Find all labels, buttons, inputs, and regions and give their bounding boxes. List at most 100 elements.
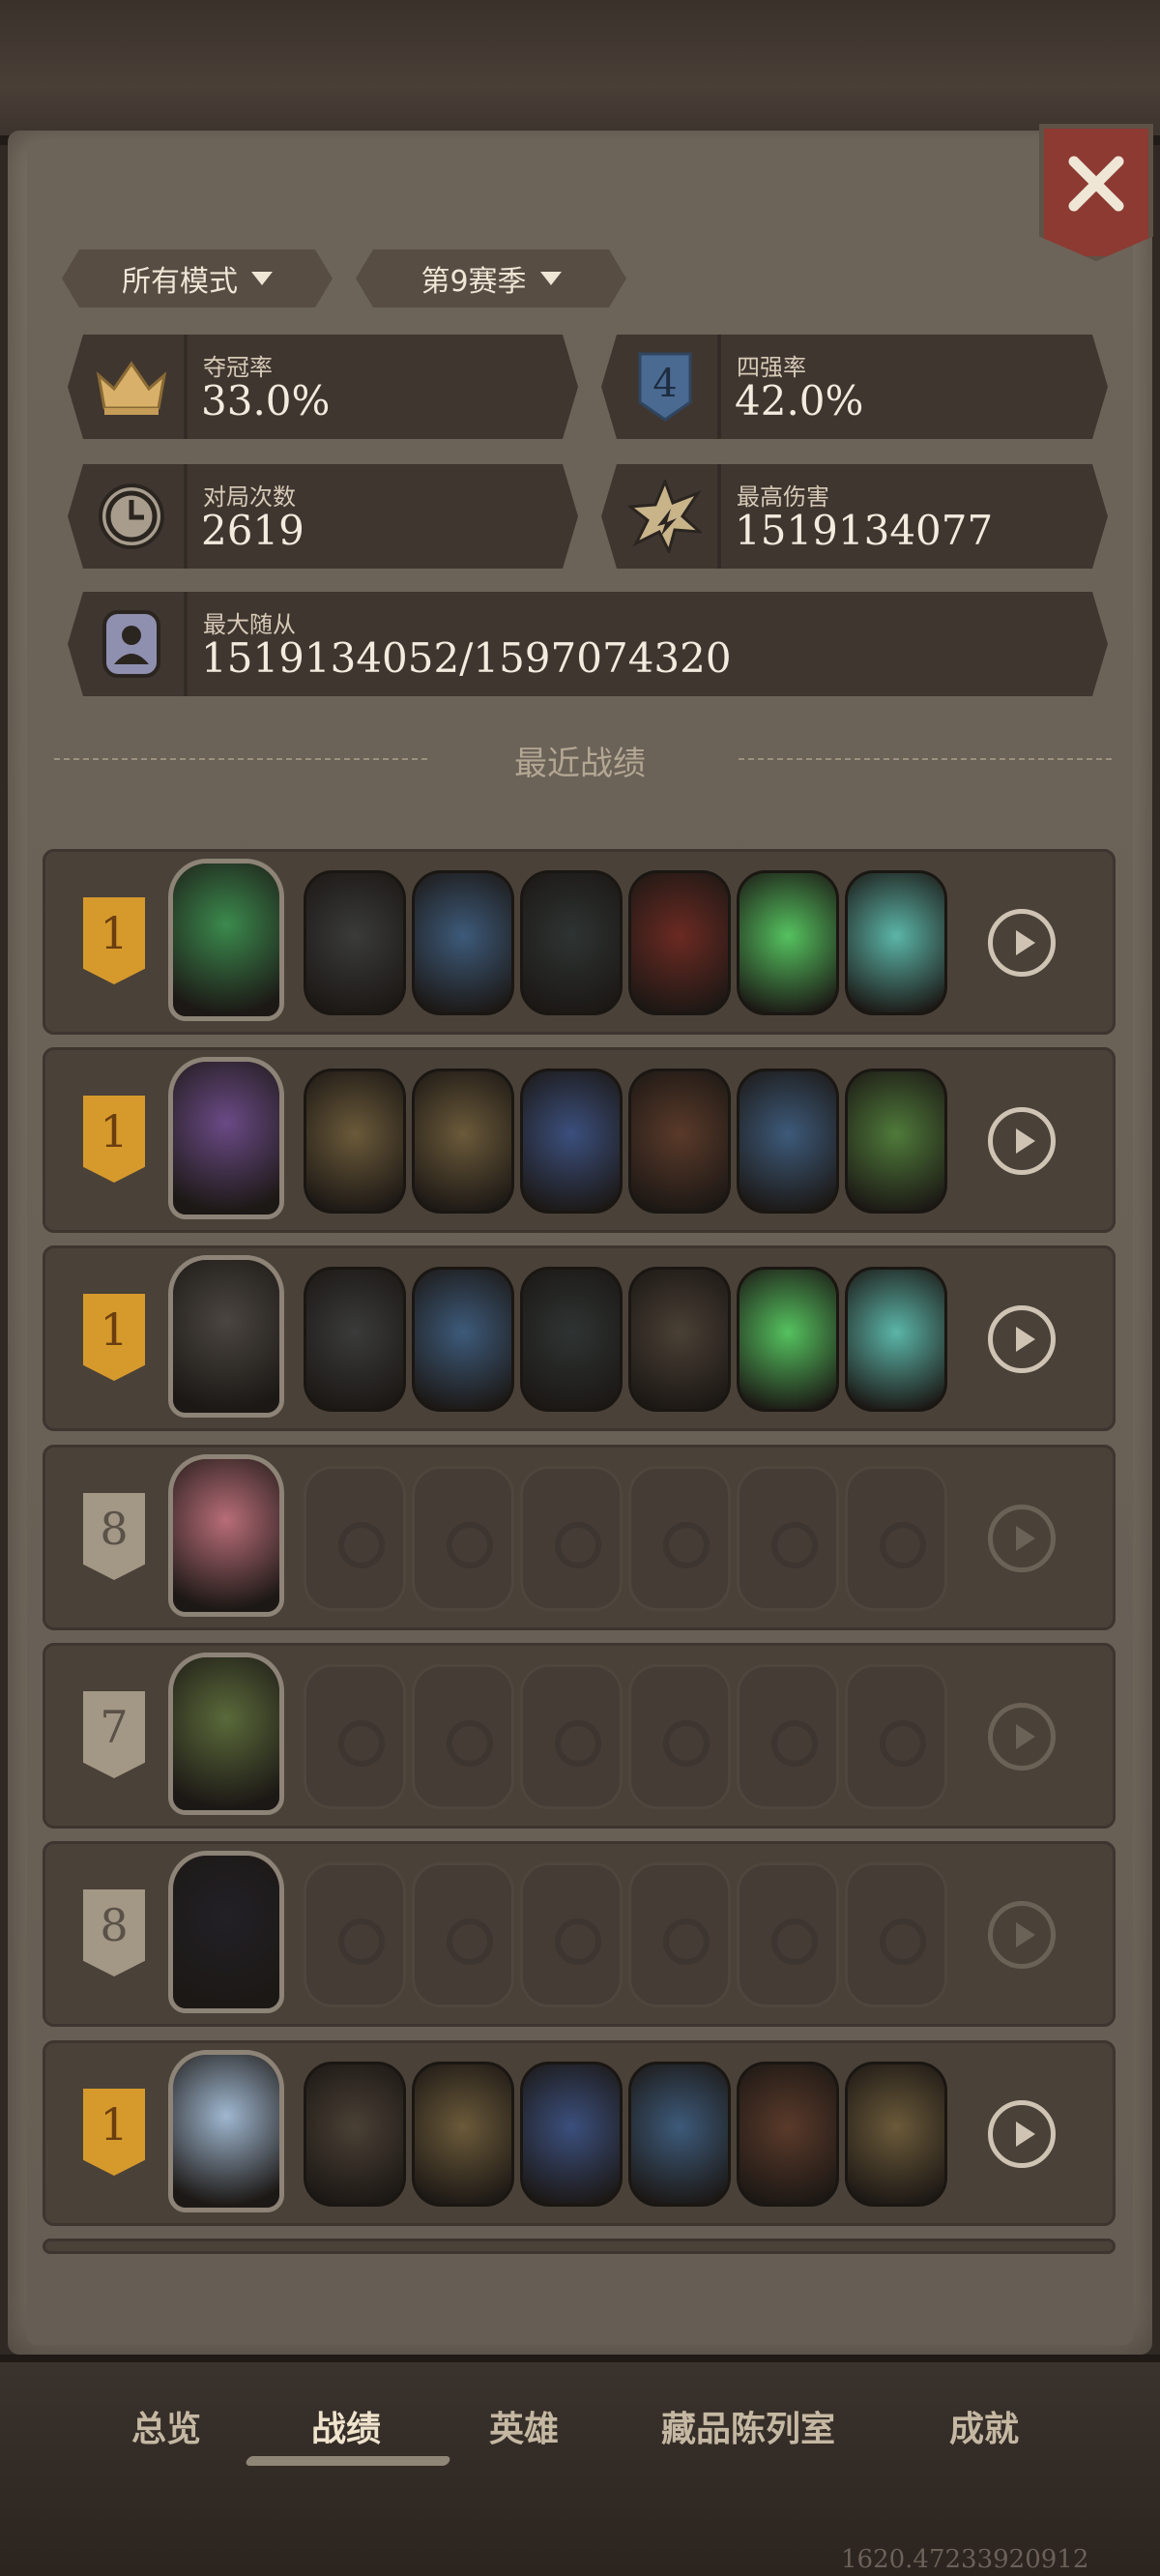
empty-minion-slot bbox=[520, 1664, 623, 1809]
replay-button[interactable] bbox=[988, 1703, 1056, 1771]
minion-card[interactable] bbox=[628, 870, 731, 1015]
tab-heroes[interactable]: 英雄 bbox=[489, 2401, 559, 2451]
minion-card[interactable] bbox=[304, 1068, 406, 1214]
minion-card[interactable] bbox=[412, 2062, 514, 2207]
mode-filter-dropdown[interactable]: 所有模式 bbox=[62, 249, 333, 307]
empty-minion-slot bbox=[304, 1664, 406, 1809]
replay-button[interactable] bbox=[988, 1901, 1056, 1969]
top4-rate-value: 42.0% bbox=[735, 377, 864, 424]
record-row[interactable]: 8 bbox=[43, 1445, 1116, 1630]
replay-button[interactable] bbox=[988, 2100, 1056, 2168]
empty-minion-slot bbox=[737, 1466, 839, 1611]
active-tab-indicator bbox=[245, 2456, 451, 2466]
hero-portrait[interactable] bbox=[168, 1454, 284, 1617]
minion-card[interactable] bbox=[737, 1068, 839, 1214]
chevron-down-icon bbox=[540, 272, 562, 285]
stat-win-rate: 夺冠率 33.0% bbox=[68, 335, 578, 439]
minion-card[interactable] bbox=[737, 2062, 839, 2207]
minion-card[interactable] bbox=[412, 1068, 514, 1214]
stat-max-damage: 最高伤害 1519134077 bbox=[601, 464, 1108, 569]
minion-card[interactable] bbox=[520, 1068, 623, 1214]
hero-portrait[interactable] bbox=[168, 1851, 284, 2013]
minion-card[interactable] bbox=[845, 1267, 947, 1412]
mode-filter-label: 所有模式 bbox=[122, 265, 238, 299]
record-row[interactable]: 8 bbox=[43, 1841, 1116, 2027]
empty-minion-slot bbox=[412, 1862, 514, 2007]
burst-icon bbox=[623, 472, 708, 561]
minion-card[interactable] bbox=[845, 2062, 947, 2207]
max-minion-value: 1519134052/1597074320 bbox=[201, 634, 732, 682]
minion-card[interactable] bbox=[520, 870, 623, 1015]
minion-card[interactable] bbox=[628, 1068, 731, 1214]
season-filter-label: 第9赛季 bbox=[420, 265, 527, 299]
hero-portrait[interactable] bbox=[168, 1653, 284, 1815]
replay-button[interactable] bbox=[988, 1107, 1056, 1175]
record-row[interactable]: 1 bbox=[43, 2040, 1116, 2226]
record-row-partial bbox=[43, 2239, 1116, 2254]
minion-card[interactable] bbox=[520, 2062, 623, 2207]
replay-button[interactable] bbox=[988, 1305, 1056, 1373]
record-row[interactable]: 7 bbox=[43, 1643, 1116, 1829]
empty-minion-slot bbox=[628, 1862, 731, 2007]
empty-minion-slot bbox=[520, 1466, 623, 1611]
empty-minion-slot bbox=[845, 1664, 947, 1809]
minion-card[interactable] bbox=[304, 2062, 406, 2207]
empty-minion-slot bbox=[304, 1862, 406, 2007]
stat-top4-rate: 4 四强率 42.0% bbox=[601, 335, 1108, 439]
svg-text:4: 4 bbox=[652, 362, 677, 406]
replay-button[interactable] bbox=[988, 1505, 1056, 1572]
minion-card[interactable] bbox=[412, 1267, 514, 1412]
tab-achievements[interactable]: 成就 bbox=[949, 2401, 1019, 2451]
minion-card[interactable] bbox=[845, 1068, 947, 1214]
empty-minion-slot bbox=[628, 1466, 731, 1611]
chevron-down-icon bbox=[251, 272, 273, 285]
hero-portrait[interactable] bbox=[168, 2050, 284, 2212]
games-value: 2619 bbox=[201, 507, 304, 554]
placement-badge: 1 bbox=[83, 1294, 145, 1381]
hero-portrait[interactable] bbox=[168, 1057, 284, 1219]
minion-card[interactable] bbox=[520, 1267, 623, 1412]
max-damage-value: 1519134077 bbox=[735, 507, 994, 554]
tab-collection[interactable]: 藏品陈列室 bbox=[661, 2401, 835, 2451]
minion-card[interactable] bbox=[628, 1267, 731, 1412]
tab-records[interactable]: 战绩 bbox=[311, 2401, 381, 2451]
record-row[interactable]: 1 bbox=[43, 849, 1116, 1035]
crown-icon bbox=[89, 342, 174, 431]
empty-minion-slot bbox=[845, 1862, 947, 2007]
tab-overview[interactable]: 总览 bbox=[131, 2401, 201, 2451]
minion-card[interactable] bbox=[737, 1267, 839, 1412]
minion-card[interactable] bbox=[412, 870, 514, 1015]
bottom-nav bbox=[0, 2355, 1160, 2576]
record-row[interactable]: 1 bbox=[43, 1245, 1116, 1431]
win-rate-value: 33.0% bbox=[201, 377, 331, 424]
placement-badge: 8 bbox=[83, 1889, 145, 1976]
minion-card[interactable] bbox=[304, 870, 406, 1015]
hero-portrait[interactable] bbox=[168, 859, 284, 1021]
minion-card[interactable] bbox=[845, 870, 947, 1015]
replay-button[interactable] bbox=[988, 909, 1056, 977]
minion-card[interactable] bbox=[628, 2062, 731, 2207]
placement-badge: 8 bbox=[83, 1493, 145, 1580]
minion-card[interactable] bbox=[304, 1267, 406, 1412]
placement-badge: 7 bbox=[83, 1691, 145, 1778]
clock-icon bbox=[89, 472, 174, 561]
recent-records-title: 最近战绩 bbox=[514, 745, 646, 783]
close-button[interactable] bbox=[1039, 124, 1153, 261]
empty-minion-slot bbox=[412, 1664, 514, 1809]
record-row[interactable]: 1 bbox=[43, 1047, 1116, 1233]
top4-shield-icon: 4 bbox=[623, 342, 708, 431]
placement-badge: 1 bbox=[83, 897, 145, 984]
placement-badge: 1 bbox=[83, 2089, 145, 2176]
empty-minion-slot bbox=[304, 1466, 406, 1611]
season-filter-dropdown[interactable]: 第9赛季 bbox=[356, 249, 626, 307]
empty-minion-slot bbox=[412, 1466, 514, 1611]
empty-minion-slot bbox=[628, 1664, 731, 1809]
empty-minion-slot bbox=[737, 1664, 839, 1809]
debug-text: 1620.47233920912 bbox=[841, 2545, 1089, 2574]
minion-card[interactable] bbox=[737, 870, 839, 1015]
portrait-icon bbox=[89, 600, 174, 688]
hero-portrait[interactable] bbox=[168, 1255, 284, 1418]
stat-games: 对局次数 2619 bbox=[68, 464, 578, 569]
empty-minion-slot bbox=[520, 1862, 623, 2007]
section-divider-right bbox=[739, 758, 1116, 760]
